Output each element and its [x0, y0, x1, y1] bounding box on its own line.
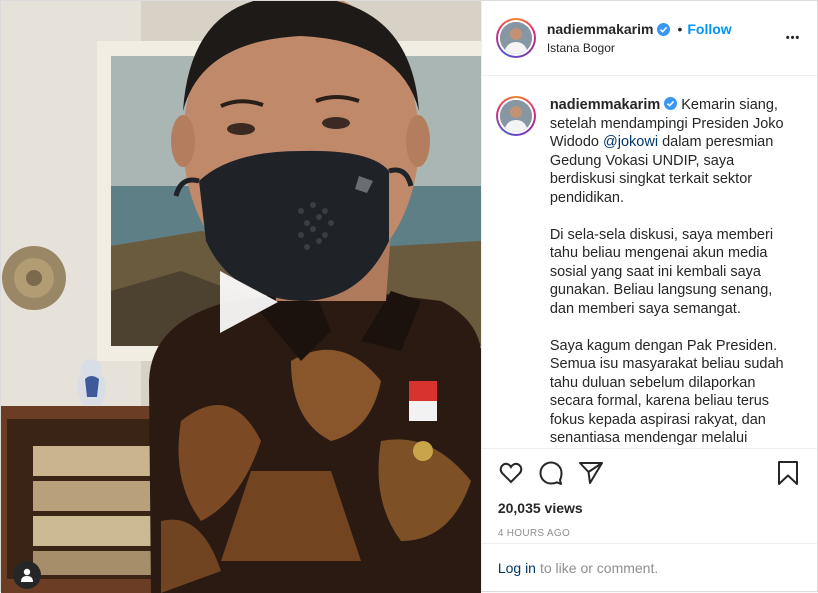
- mention-link[interactable]: @jokowi: [603, 134, 658, 150]
- username-link[interactable]: nadiemmakarim: [547, 21, 654, 37]
- location-link[interactable]: Istana Bogor: [547, 41, 781, 55]
- separator-dot: •: [677, 21, 683, 37]
- verified-badge-icon: [664, 97, 678, 110]
- play-button[interactable]: [212, 267, 282, 337]
- avatar-image: [499, 100, 532, 132]
- caption-username-link[interactable]: nadiemmakarim: [550, 97, 660, 113]
- play-icon: [220, 271, 278, 333]
- tagged-users-button[interactable]: [13, 561, 41, 589]
- avatar-image: [499, 22, 532, 54]
- profile-avatar[interactable]: [495, 18, 536, 58]
- action-bar: [498, 459, 801, 487]
- post-container: nadiemmakarim • Follow Istana Bogor •••: [0, 0, 818, 593]
- caption-paragraph-3: Saya kagum dengan Pak Presiden. Semua is…: [549, 337, 784, 447]
- login-prompt-text: to like or comment.: [539, 559, 659, 576]
- heart-icon[interactable]: [498, 460, 524, 486]
- user-tag-icon: [21, 568, 33, 582]
- header-text: nadiemmakarim • Follow Istana Bogor: [547, 21, 781, 55]
- post-header: nadiemmakarim • Follow Istana Bogor •••: [481, 1, 817, 76]
- post-video[interactable]: [1, 1, 481, 593]
- post-actions: 20,035 views 4 HOURS AGO: [481, 448, 817, 543]
- post-side-panel: nadiemmakarim • Follow Istana Bogor •••: [480, 1, 817, 591]
- caption-paragraph-2: Di sela-sela diskusi, saya memberi tahu …: [549, 226, 774, 317]
- login-prompt: Log in to like or comment.: [481, 543, 817, 591]
- caption-text: nadiemmakarim Kemarin siang, setelah mend…: [550, 96, 795, 448]
- paper-plane-icon[interactable]: [578, 460, 604, 486]
- view-count[interactable]: 20,035 views: [498, 500, 801, 516]
- caption-avatar[interactable]: [495, 96, 536, 136]
- comment-icon[interactable]: [538, 460, 564, 486]
- login-link[interactable]: Log in: [498, 560, 536, 576]
- verified-badge-icon: [657, 22, 671, 36]
- caption-area: nadiemmakarim Kemarin siang, setelah mend…: [482, 76, 817, 448]
- more-options-button[interactable]: •••: [781, 26, 805, 50]
- follow-button[interactable]: Follow: [687, 21, 731, 37]
- post-timestamp[interactable]: 4 HOURS AGO: [498, 528, 801, 539]
- more-icon: •••: [785, 32, 801, 44]
- bookmark-icon[interactable]: [775, 460, 801, 486]
